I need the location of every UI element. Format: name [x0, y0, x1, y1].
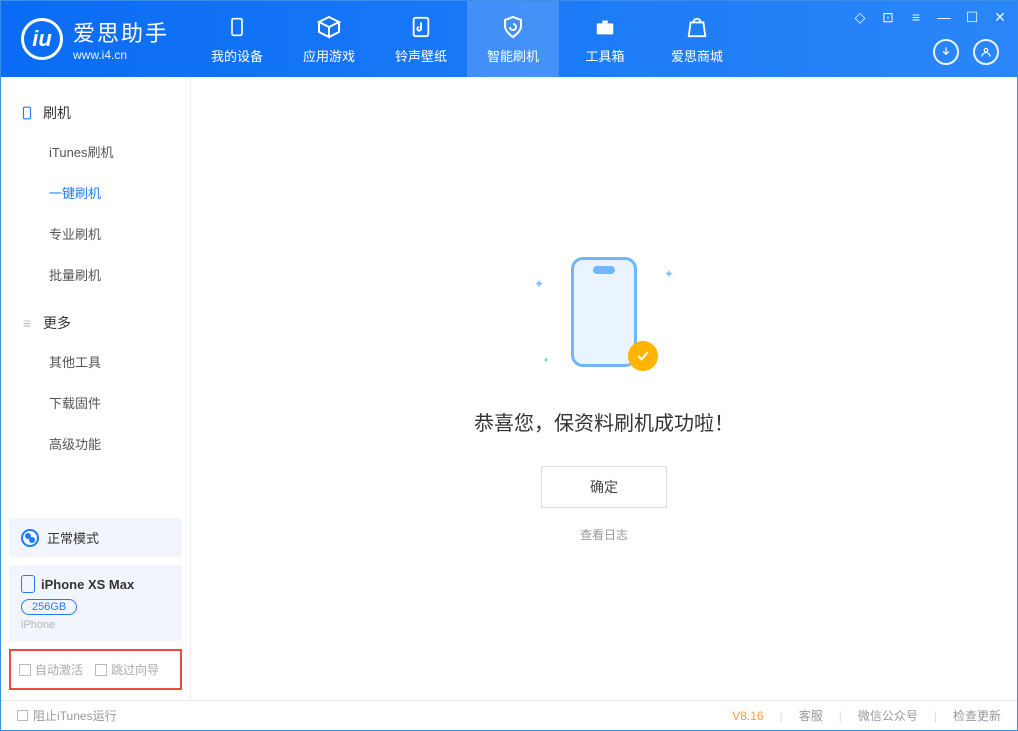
footer-link-support[interactable]: 客服 — [799, 707, 823, 724]
phone-small-icon — [21, 575, 35, 593]
device-mode-box[interactable]: 正常模式 — [9, 518, 182, 557]
app-logo: iu 爱思助手 www.i4.cn — [1, 16, 191, 62]
tab-label: 爱思商城 — [671, 46, 723, 65]
checkbox-skip-guide[interactable]: 跳过向导 — [95, 661, 159, 678]
footer-link-update[interactable]: 检查更新 — [953, 707, 1001, 724]
logo-icon: iu — [21, 18, 63, 60]
toolbox-icon — [592, 14, 618, 40]
download-manager-icon[interactable] — [933, 39, 959, 65]
normal-mode-icon — [21, 529, 39, 547]
device-type: iPhone — [21, 619, 170, 631]
sidebar-item-download-firmware[interactable]: 下载固件 — [1, 382, 190, 423]
device-storage: 256GB — [21, 599, 77, 615]
version-label: V8.16 — [732, 709, 763, 723]
user-account-icon[interactable] — [973, 39, 999, 65]
main-tabs: 我的设备 应用游戏 铃声壁纸 智能刷机 工具箱 爱思商城 — [191, 1, 743, 77]
sidebar-head-flash: 刷机 — [1, 95, 190, 131]
tab-apps[interactable]: 应用游戏 — [283, 1, 375, 77]
tab-label: 工具箱 — [585, 46, 624, 65]
app-title: 爱思助手 — [73, 16, 169, 48]
sidebar-item-oneclick-flash[interactable]: 一键刷机 — [1, 172, 190, 213]
sidebar-item-itunes-flash[interactable]: iTunes刷机 — [1, 131, 190, 172]
tab-label: 应用游戏 — [303, 46, 355, 65]
success-message: 恭喜您，保资料刷机成功啦！ — [474, 407, 734, 436]
sidebar-item-other-tools[interactable]: 其他工具 — [1, 341, 190, 382]
sidebar-item-advanced[interactable]: 高级功能 — [1, 423, 190, 464]
tab-my-device[interactable]: 我的设备 — [191, 1, 283, 77]
tab-label: 我的设备 — [211, 46, 263, 65]
tab-toolbox[interactable]: 工具箱 — [559, 1, 651, 77]
success-illustration: ✦✦• — [544, 257, 664, 377]
sidebar-item-pro-flash[interactable]: 专业刷机 — [1, 213, 190, 254]
phone-outline-icon — [19, 105, 35, 121]
status-bar: 阻止iTunes运行 V8.16 | 客服 | 微信公众号 | 检查更新 — [1, 700, 1017, 730]
device-info-box[interactable]: iPhone XS Max 256GB iPhone — [9, 565, 182, 641]
cube-icon — [316, 14, 342, 40]
option-checkboxes-highlighted: 自动激活 跳过向导 — [9, 649, 182, 690]
view-log-link[interactable]: 查看日志 — [580, 526, 628, 543]
skin-icon[interactable]: ◇ — [851, 9, 869, 26]
main-content: ✦✦• 恭喜您，保资料刷机成功啦！ 确定 查看日志 — [191, 77, 1017, 700]
tab-label: 智能刷机 — [487, 46, 539, 65]
close-icon[interactable]: ✕ — [991, 9, 1009, 26]
tab-label: 铃声壁纸 — [395, 46, 447, 65]
tab-ringtones[interactable]: 铃声壁纸 — [375, 1, 467, 77]
minimize-icon[interactable]: — — [935, 9, 953, 26]
mode-label: 正常模式 — [47, 528, 99, 547]
feedback-icon[interactable]: ⊡ — [879, 9, 897, 26]
menu-icon[interactable]: ≡ — [907, 9, 925, 26]
bag-icon — [684, 14, 710, 40]
sidebar-head-more: ≡ 更多 — [1, 305, 190, 341]
device-icon — [224, 14, 250, 40]
title-bar: iu 爱思助手 www.i4.cn 我的设备 应用游戏 铃声壁纸 智能刷机 工具… — [1, 1, 1017, 77]
app-subtitle: www.i4.cn — [73, 48, 169, 62]
window-controls: ◇ ⊡ ≡ — ☐ ✕ — [851, 9, 1009, 26]
device-name: iPhone XS Max — [41, 577, 134, 592]
shield-refresh-icon — [500, 14, 526, 40]
sidebar: 刷机 iTunes刷机 一键刷机 专业刷机 批量刷机 ≡ 更多 其他工具 下载固… — [1, 77, 191, 700]
sidebar-item-batch-flash[interactable]: 批量刷机 — [1, 254, 190, 295]
footer-link-wechat[interactable]: 微信公众号 — [858, 707, 918, 724]
maximize-icon[interactable]: ☐ — [963, 9, 981, 26]
list-icon: ≡ — [19, 315, 35, 331]
check-badge-icon — [628, 341, 658, 371]
music-file-icon — [408, 14, 434, 40]
tab-flash[interactable]: 智能刷机 — [467, 1, 559, 77]
checkbox-auto-activate[interactable]: 自动激活 — [19, 661, 83, 678]
checkbox-block-itunes[interactable]: 阻止iTunes运行 — [17, 707, 117, 724]
tab-store[interactable]: 爱思商城 — [651, 1, 743, 77]
ok-button[interactable]: 确定 — [541, 466, 667, 508]
